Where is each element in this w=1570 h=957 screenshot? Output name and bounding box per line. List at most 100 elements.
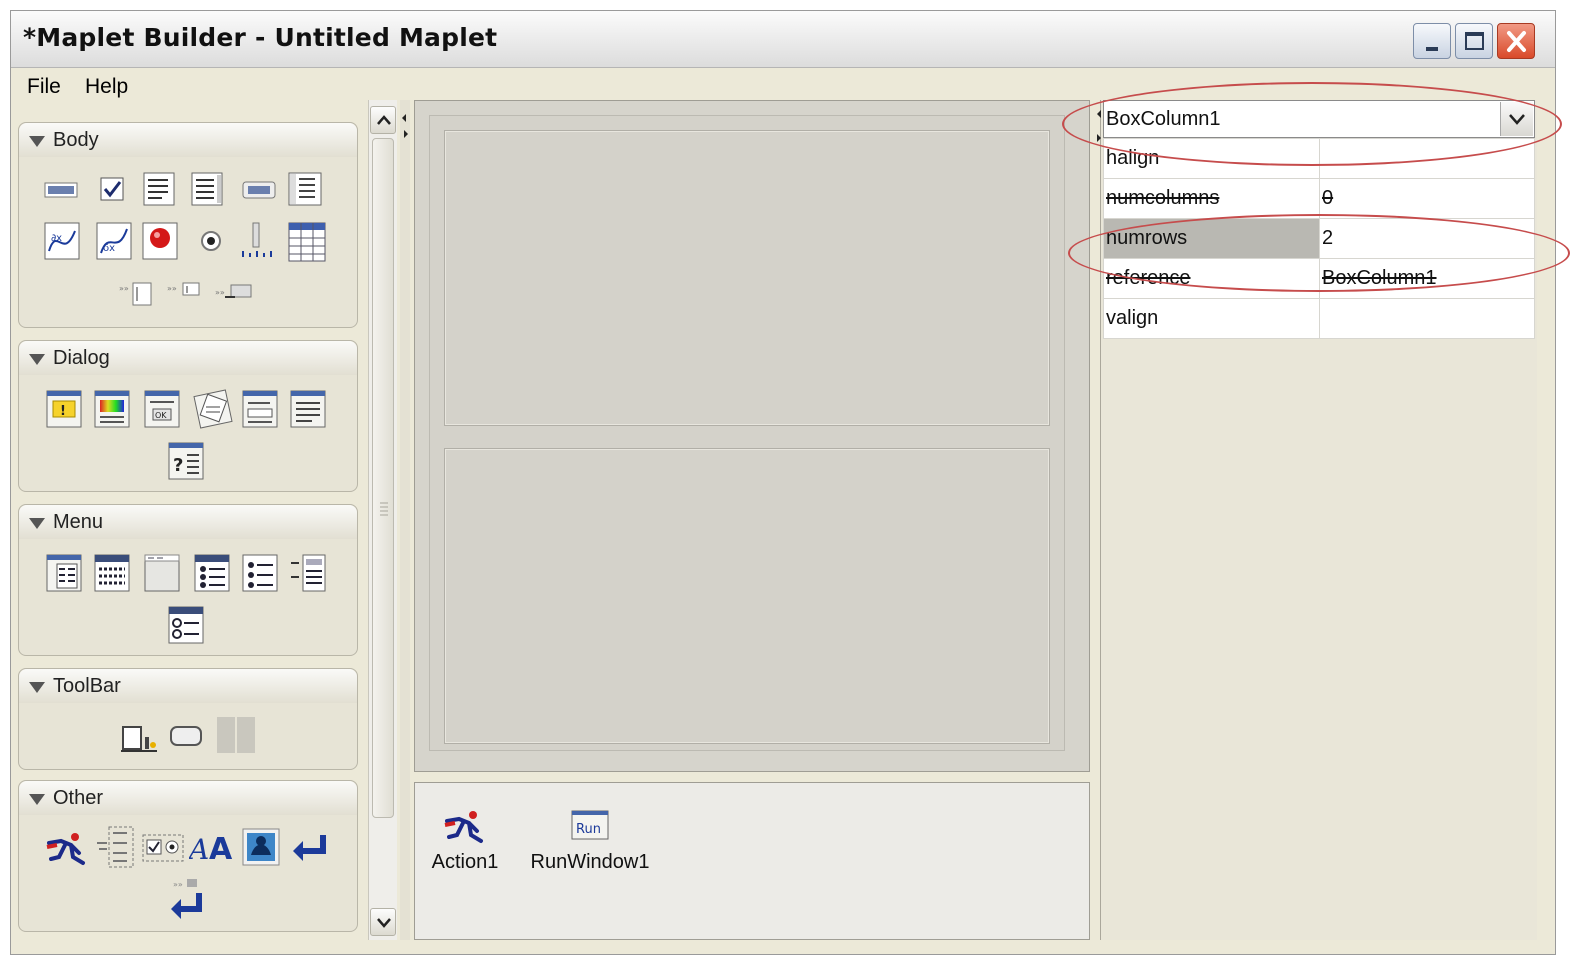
property-row-numrows[interactable]: numrows 2 — [1103, 218, 1535, 259]
small-field-icon[interactable]: »» — [167, 279, 203, 313]
properties-panel: BoxColumn1 halign numcolumns 0 numrows 2… — [1097, 100, 1537, 940]
image-icon[interactable] — [241, 827, 281, 866]
collapse-triangle-icon[interactable] — [29, 518, 45, 529]
toolbar-separator-icon[interactable] — [215, 715, 255, 753]
scroll-down-button[interactable] — [370, 908, 396, 936]
collapse-triangle-icon[interactable] — [29, 682, 45, 693]
text-box-icon[interactable] — [141, 171, 177, 206]
math-plotter-icon[interactable]: δx — [95, 221, 132, 260]
title-bar: *Maplet Builder - Untitled Maplet — [11, 11, 1555, 68]
group-title-menu: Menu — [53, 511, 104, 533]
group-title-body: Body — [53, 129, 99, 151]
palette-group-other: Other AA »» — [18, 780, 358, 932]
property-value[interactable]: 0 — [1319, 178, 1535, 219]
math-field-icon[interactable] — [189, 171, 225, 206]
box-layout-icon[interactable] — [95, 825, 135, 868]
maximize-button[interactable] — [1455, 23, 1493, 59]
toolbar-rounded-icon[interactable] — [167, 719, 203, 753]
svg-text:A: A — [189, 833, 209, 865]
message-dialog-icon[interactable] — [289, 389, 326, 428]
svg-text:A: A — [209, 832, 233, 865]
palette-group-toolbar: ToolBar — [18, 668, 358, 770]
group-title-toolbar: ToolBar — [53, 675, 121, 697]
menu-file[interactable]: File — [27, 75, 61, 99]
collapse-triangle-icon[interactable] — [29, 136, 45, 147]
property-row-reference[interactable]: reference BoxColumn1 — [1103, 258, 1535, 299]
nonvisual-item-action[interactable]: Action1 — [425, 809, 505, 874]
checkbox-group-icon[interactable] — [141, 829, 185, 863]
menu-item-list-icon[interactable] — [93, 553, 130, 592]
alert-dialog-icon[interactable]: ! — [45, 389, 82, 428]
palette-scrollbar[interactable] — [368, 100, 397, 940]
property-row-valign[interactable]: valign — [1103, 298, 1535, 339]
popup-menu-icon[interactable] — [241, 553, 278, 592]
property-row-numcolumns[interactable]: numcolumns 0 — [1103, 178, 1535, 219]
svg-text:OK: OK — [155, 411, 167, 420]
svg-text:»»: »» — [173, 880, 183, 889]
scroll-up-button[interactable] — [370, 106, 396, 134]
menu-separator-icon[interactable] — [289, 553, 326, 592]
radio-menu-item-icon[interactable] — [167, 605, 204, 644]
left-splitter[interactable] — [400, 100, 410, 940]
palette-group-dialog: Dialog ! OK ? — [18, 340, 358, 492]
return-icon[interactable] — [289, 829, 329, 863]
label-field-icon[interactable]: »» — [119, 279, 155, 313]
plotter-icon[interactable]: ∂x — [43, 221, 80, 260]
input-dialog-icon[interactable] — [241, 389, 278, 428]
nonvisual-item-runwindow[interactable]: Run RunWindow1 — [515, 807, 665, 874]
property-value[interactable]: 2 — [1319, 218, 1535, 259]
palette-group-menu: Menu — [18, 504, 358, 656]
list-box-icon[interactable] — [287, 171, 323, 206]
text-field-icon[interactable] — [43, 173, 79, 207]
menu-bar-icon[interactable] — [143, 553, 180, 592]
property-row-halign[interactable]: halign — [1103, 138, 1535, 179]
group-header-dialog[interactable]: Dialog — [19, 341, 357, 375]
group-header-body[interactable]: Body — [19, 123, 357, 157]
svg-text:∂x: ∂x — [51, 233, 62, 244]
collapse-triangle-icon[interactable] — [29, 794, 45, 805]
close-button[interactable] — [1497, 23, 1535, 59]
box-column-container[interactable] — [429, 115, 1065, 751]
maximize-icon — [1465, 32, 1484, 50]
toolbar-button-icon[interactable] — [119, 719, 157, 753]
table-icon[interactable] — [287, 221, 326, 262]
return-values-icon[interactable]: »» — [167, 877, 207, 921]
property-value[interactable] — [1319, 298, 1535, 339]
design-canvas[interactable] — [414, 100, 1090, 772]
property-value[interactable]: BoxColumn1 — [1319, 258, 1535, 299]
file-dialog-icon[interactable] — [193, 387, 233, 429]
collapse-triangle-icon[interactable] — [29, 354, 45, 365]
slider-icon[interactable] — [239, 221, 275, 257]
box-cell-1[interactable] — [444, 130, 1050, 426]
property-value[interactable] — [1319, 138, 1535, 179]
svg-text:»»: »» — [215, 288, 225, 297]
close-icon — [1507, 31, 1526, 52]
box-cell-2[interactable] — [444, 448, 1050, 744]
action-icon[interactable] — [45, 829, 89, 865]
color-dialog-icon[interactable] — [93, 389, 130, 428]
button-icon[interactable] — [241, 173, 277, 207]
radio-button-icon[interactable] — [193, 223, 229, 257]
element-selector[interactable]: BoxColumn1 — [1103, 100, 1535, 138]
menu-help[interactable]: Help — [85, 75, 128, 99]
selected-element: BoxColumn1 — [1106, 108, 1221, 130]
property-table: halign numcolumns 0 numrows 2 reference … — [1103, 138, 1535, 339]
group-header-other[interactable]: Other — [19, 781, 357, 815]
minimize-button[interactable] — [1413, 23, 1451, 59]
menu-radio-icon[interactable] — [193, 553, 230, 592]
combo-box-icon[interactable]: »» — [215, 279, 252, 313]
checkbox-icon[interactable] — [95, 173, 131, 207]
confirm-dialog-icon[interactable]: OK — [143, 389, 180, 428]
group-title-dialog: Dialog — [53, 347, 110, 369]
font-icon[interactable]: AA — [189, 829, 235, 865]
chevron-up-icon — [377, 115, 391, 125]
svg-text:δx: δx — [103, 243, 115, 254]
menu-checkbox-icon[interactable] — [45, 553, 82, 592]
group-header-toolbar[interactable]: ToolBar — [19, 669, 357, 703]
color-dot-icon[interactable] — [141, 221, 178, 260]
group-header-menu[interactable]: Menu — [19, 505, 357, 539]
splitter-arrows-icon — [1097, 110, 1101, 142]
element-selector-dropdown[interactable] — [1500, 102, 1533, 136]
scroll-thumb[interactable] — [372, 138, 394, 818]
question-dialog-icon[interactable]: ? — [167, 441, 204, 480]
